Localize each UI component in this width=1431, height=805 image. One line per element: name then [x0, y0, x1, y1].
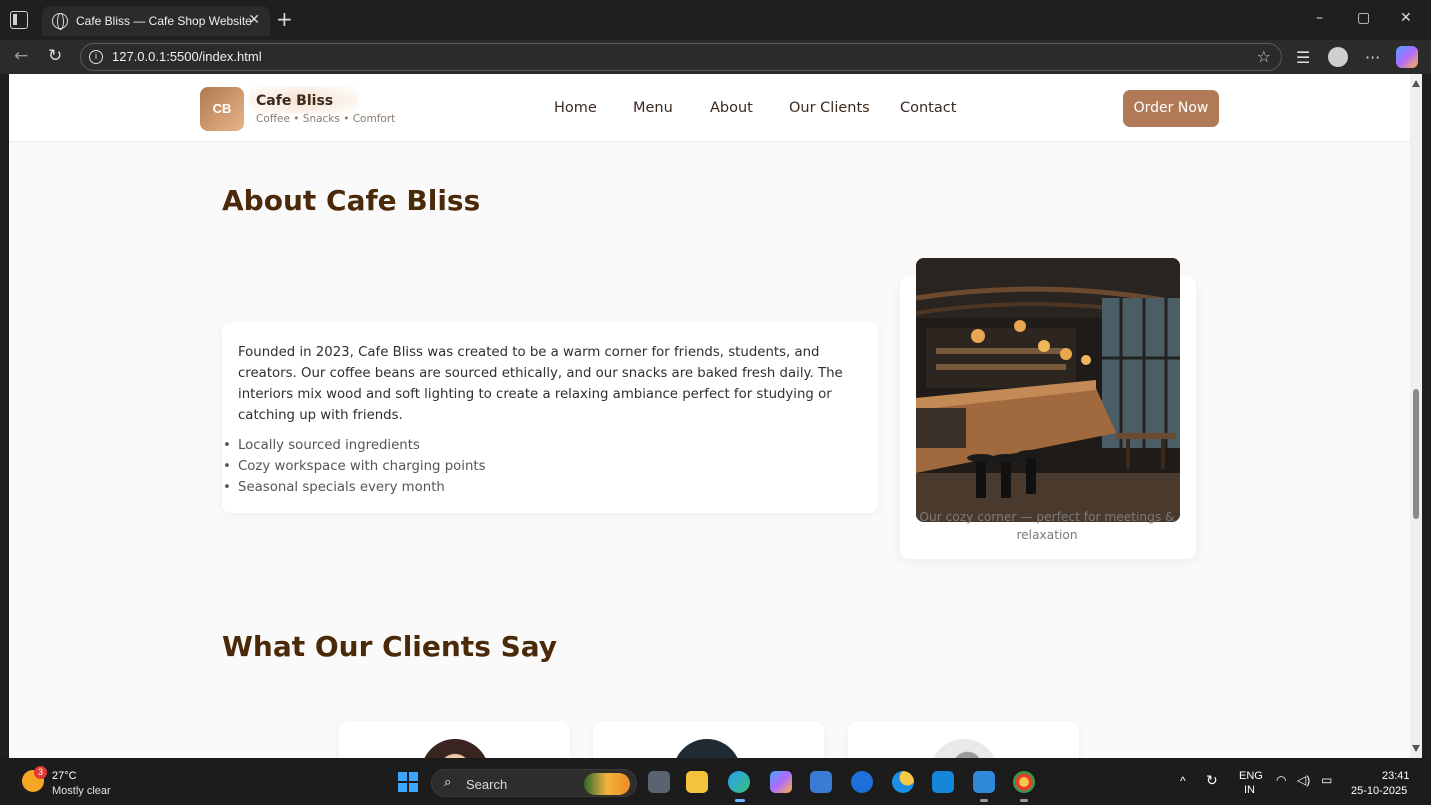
task-view-icon[interactable] — [648, 771, 670, 793]
about-paragraph: Founded in 2023, Cafe Bliss was created … — [238, 345, 843, 423]
new-tab-button[interactable]: + — [276, 7, 293, 31]
search-icon: ⌕ — [444, 775, 452, 790]
brand-tagline: Coffee • Snacks • Comfort — [256, 113, 396, 125]
weather-temperature[interactable]: 27°C — [52, 770, 77, 782]
wifi-icon[interactable]: ◠ — [1276, 773, 1286, 787]
maximize-icon[interactable]: ▢ — [1357, 10, 1370, 26]
clock-time[interactable]: 23:41 — [1382, 770, 1410, 782]
order-now-button[interactable]: Order Now — [1123, 90, 1219, 127]
profile-avatar-icon[interactable] — [1328, 47, 1348, 67]
weather-description[interactable]: Mostly clear — [52, 785, 111, 797]
sync-status-icon[interactable]: ↻ — [1206, 772, 1218, 789]
nav-contact[interactable]: Contact — [900, 100, 956, 116]
file-explorer-icon[interactable] — [686, 771, 708, 793]
vscode-icon[interactable] — [973, 771, 995, 793]
address-bar: ← ↻ i 127.0.0.1:5500/index.html ☆ ☰ ··· — [0, 40, 1431, 74]
minimize-icon[interactable]: – — [1316, 10, 1323, 26]
edge-browser-icon[interactable] — [728, 771, 750, 793]
feature-item: Cozy workspace with charging points — [223, 456, 486, 477]
about-heading: About Cafe Bliss — [222, 184, 481, 217]
more-options-icon[interactable]: ··· — [1365, 48, 1380, 67]
testimonial-card — [339, 721, 570, 758]
url-field[interactable]: i 127.0.0.1:5500/index.html ☆ — [80, 43, 1282, 71]
page-viewport: CB Cafe Bliss Coffee • Snacks • Comfort … — [9, 74, 1410, 758]
nav-our-clients[interactable]: Our Clients — [789, 100, 870, 116]
running-app-indicator — [1020, 799, 1028, 802]
close-tab-icon[interactable]: ✕ — [248, 12, 260, 28]
feature-item: Locally sourced ingredients — [223, 435, 486, 456]
clock-date[interactable]: 25-10-2025 — [1351, 785, 1407, 797]
outlook-icon[interactable] — [932, 771, 954, 793]
brand-name[interactable]: Cafe Bliss — [256, 93, 333, 109]
tab-title: Cafe Bliss — Cafe Shop Website — [76, 14, 252, 28]
scroll-down-arrow-icon[interactable] — [1412, 745, 1420, 752]
client-avatar — [421, 739, 489, 758]
battery-icon[interactable]: ▭ — [1321, 773, 1332, 787]
window-edge — [1422, 74, 1431, 758]
windows-start-icon[interactable] — [398, 772, 418, 792]
search-highlight-icon — [584, 773, 630, 795]
hp-icon[interactable] — [851, 771, 873, 793]
globe-icon — [52, 13, 68, 30]
site-header: CB Cafe Bliss Coffee • Snacks • Comfort … — [9, 74, 1410, 142]
copilot-icon[interactable] — [1396, 46, 1418, 68]
about-card: Founded in 2023, Cafe Bliss was created … — [222, 322, 878, 513]
clients-heading: What Our Clients Say — [222, 630, 558, 663]
nav-home[interactable]: Home — [554, 100, 597, 116]
nav-menu[interactable]: Menu — [633, 100, 673, 116]
page-scrollbar[interactable] — [1410, 74, 1422, 758]
site-info-icon[interactable]: i — [89, 50, 103, 64]
weather-badge: 3 — [34, 766, 47, 779]
favorites-icon[interactable]: ☰ — [1296, 48, 1310, 67]
tab-actions-icon[interactable] — [10, 11, 28, 29]
copilot-app-icon[interactable] — [770, 771, 792, 793]
windows-taskbar: 3 27°C Mostly clear ⌕ Search ^ ↻ ENG IN … — [0, 758, 1431, 805]
cafe-interior-photo — [916, 258, 1180, 522]
volume-icon[interactable]: ◁) — [1297, 773, 1310, 787]
back-arrow-icon[interactable]: ← — [14, 46, 28, 66]
language-top[interactable]: ENG — [1239, 770, 1263, 782]
taskbar-search[interactable]: ⌕ Search — [431, 769, 637, 797]
nav-about[interactable]: About — [710, 100, 753, 116]
store-icon[interactable] — [810, 771, 832, 793]
tray-overflow-chevron-icon[interactable]: ^ — [1180, 774, 1186, 788]
url-text: 127.0.0.1:5500/index.html — [112, 49, 262, 64]
testimonial-card — [848, 721, 1079, 758]
about-features-list: Locally sourced ingredients Cozy workspa… — [223, 435, 486, 498]
logo-badge[interactable]: CB — [200, 87, 244, 131]
running-app-indicator — [980, 799, 988, 802]
chrome-icon[interactable] — [1013, 771, 1035, 793]
active-app-indicator — [735, 799, 745, 802]
feature-item: Seasonal specials every month — [223, 477, 486, 498]
refresh-icon[interactable]: ↻ — [48, 46, 62, 66]
search-label: Search — [466, 777, 508, 792]
scroll-up-arrow-icon[interactable] — [1412, 80, 1420, 87]
scrollbar-thumb[interactable] — [1413, 389, 1419, 519]
browser-tab-bar: Cafe Bliss — Cafe Shop Website ✕ + – ▢ ✕ — [0, 0, 1431, 40]
support-app-icon[interactable] — [892, 771, 914, 793]
language-bottom[interactable]: IN — [1244, 784, 1255, 796]
testimonial-card — [593, 721, 824, 758]
browser-tab-active[interactable]: Cafe Bliss — Cafe Shop Website ✕ — [42, 6, 270, 36]
close-window-icon[interactable]: ✕ — [1400, 10, 1412, 26]
client-avatar — [673, 739, 741, 758]
client-avatar — [930, 739, 998, 758]
image-caption: Our cozy corner — perfect for meetings &… — [919, 510, 1175, 542]
favorite-star-icon[interactable]: ☆ — [1257, 47, 1271, 66]
